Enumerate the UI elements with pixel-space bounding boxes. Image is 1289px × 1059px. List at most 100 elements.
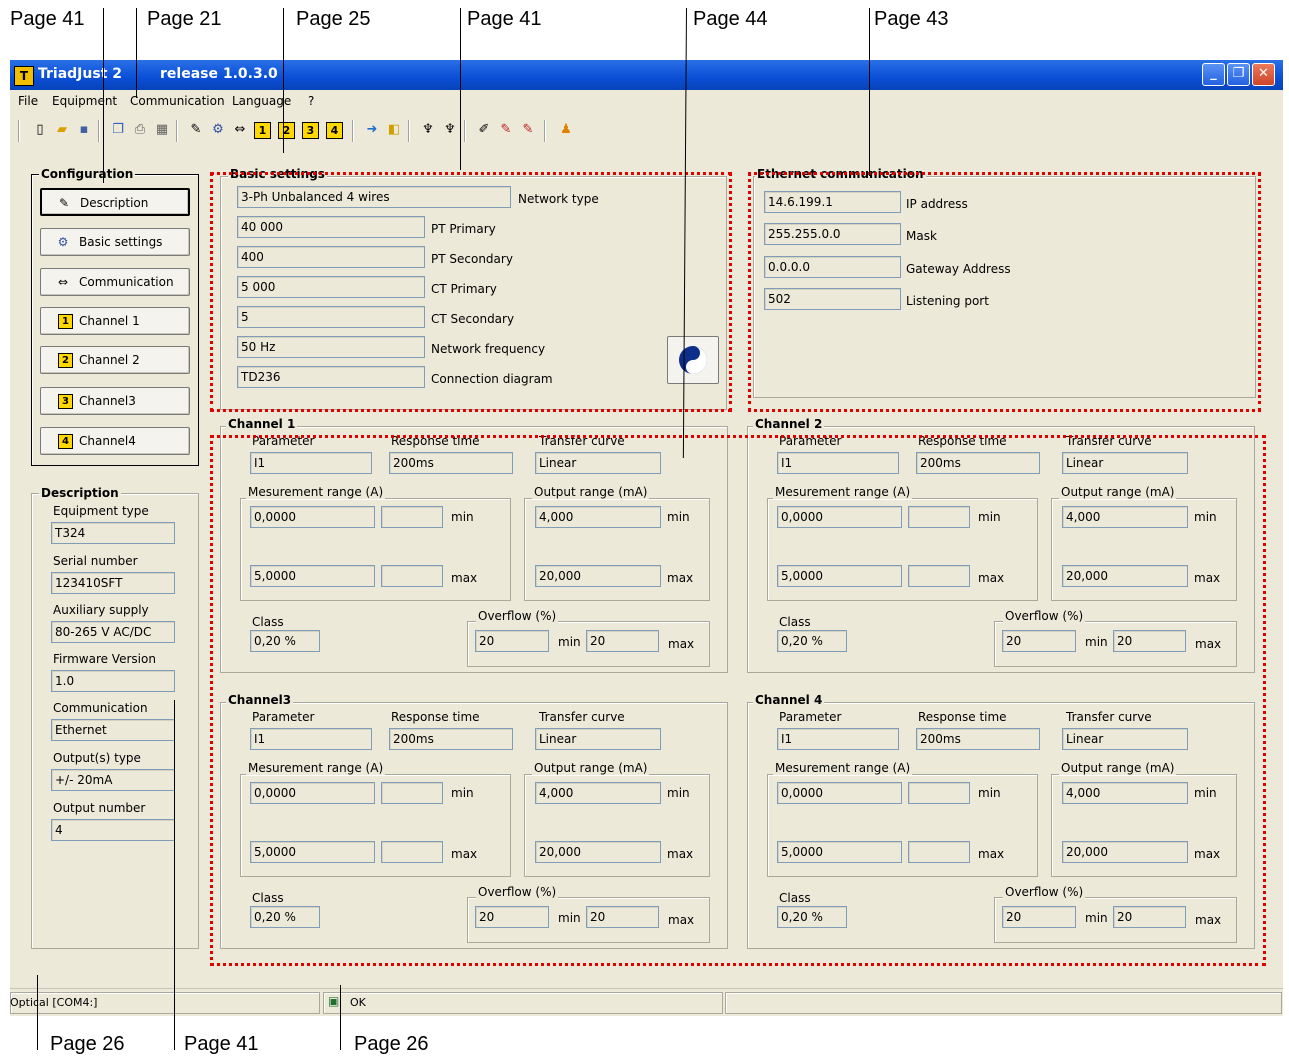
communication-button[interactable]: ⇔ Communication bbox=[40, 268, 190, 296]
window-title: TriadJust 2 bbox=[38, 66, 122, 82]
firmware-version-field: 1.0 bbox=[51, 670, 175, 692]
page-annotation: Page 41 bbox=[184, 1033, 259, 1055]
channel-1-icon[interactable]: 1 bbox=[254, 122, 271, 139]
config-icon[interactable]: ✐ bbox=[476, 122, 492, 138]
channel-1-badge: 1 bbox=[58, 314, 73, 329]
menu-bar: File Equipment Communication Language ? bbox=[10, 90, 1283, 112]
minimize-button[interactable]: _ bbox=[1202, 63, 1225, 86]
print-icon[interactable]: ⎙ bbox=[132, 122, 148, 138]
toolbar-separator bbox=[464, 120, 466, 142]
channel-1-button-label: Channel 1 bbox=[79, 314, 140, 328]
channel-1-button[interactable]: 1 Channel 1 bbox=[40, 307, 190, 335]
download-icon[interactable]: ➜ bbox=[364, 122, 380, 138]
menu-help[interactable]: ? bbox=[308, 94, 314, 108]
menu-file[interactable]: File bbox=[18, 94, 38, 108]
release-label: release 1.0.3.0 bbox=[160, 66, 278, 82]
open-folder-icon[interactable]: ▰ bbox=[54, 122, 70, 138]
configuration-title: Configuration bbox=[39, 167, 136, 181]
description-button[interactable]: ✎ Description bbox=[40, 188, 190, 216]
serial-number-label: Serial number bbox=[53, 554, 138, 568]
gear-icon: ⚙ bbox=[57, 235, 69, 249]
arrows-icon: ⇔ bbox=[57, 275, 69, 289]
disconnect-icon[interactable]: ♆ bbox=[442, 122, 458, 138]
communication-button-label: Communication bbox=[79, 275, 174, 289]
page-annotation: Page 43 bbox=[874, 8, 949, 30]
basic-settings-button[interactable]: ⚙ Basic settings bbox=[40, 228, 190, 256]
equipment-type-field: T324 bbox=[51, 522, 175, 544]
status-extra-panel bbox=[725, 992, 1282, 1014]
highlight-ethernet bbox=[748, 172, 1261, 412]
channel-2-icon[interactable]: 2 bbox=[278, 122, 295, 139]
channel-4-icon[interactable]: 4 bbox=[326, 122, 343, 139]
output-number-field: 4 bbox=[51, 819, 175, 841]
page-annotation: Page 44 bbox=[693, 8, 768, 30]
equipment-type-label: Equipment type bbox=[53, 504, 149, 518]
print-preview-icon[interactable]: ▦ bbox=[154, 122, 170, 138]
channel-1-title: Channel 1 bbox=[226, 417, 298, 431]
status-text: OK bbox=[350, 996, 366, 1009]
channel-3-badge: 3 bbox=[58, 394, 73, 409]
leader-line bbox=[869, 8, 870, 176]
connect-icon[interactable]: ♆ bbox=[420, 122, 436, 138]
highlight-channels bbox=[210, 435, 1266, 966]
serial-number-field: 123410SFT bbox=[51, 572, 175, 594]
page-annotation: Page 26 bbox=[354, 1033, 429, 1055]
basic-settings-icon[interactable]: ⚙ bbox=[210, 122, 226, 138]
channel-4-button[interactable]: 4 Channel4 bbox=[40, 427, 190, 455]
channel-2-button[interactable]: 2 Channel 2 bbox=[40, 346, 190, 374]
read-icon[interactable]: ✎ bbox=[498, 122, 514, 138]
auxiliary-supply-label: Auxiliary supply bbox=[53, 603, 149, 617]
page-annotation: Page 21 bbox=[147, 8, 222, 30]
status-panel bbox=[323, 992, 723, 1014]
status-bar: Optical [COM4:] ▣ OK bbox=[10, 988, 1283, 1016]
leader-line bbox=[340, 985, 341, 1050]
description-icon: ✎ bbox=[58, 196, 70, 210]
title-bar[interactable]: T TriadJust 2 release 1.0.3.0 _ ❐ ✕ bbox=[10, 60, 1283, 90]
page-annotation: Page 26 bbox=[50, 1033, 125, 1055]
close-button[interactable]: ✕ bbox=[1252, 63, 1275, 86]
channel-4-button-label: Channel4 bbox=[79, 434, 136, 448]
page-annotation: Page 41 bbox=[467, 8, 542, 30]
upload-icon[interactable]: ◧ bbox=[386, 122, 402, 138]
write-icon[interactable]: ✎ bbox=[520, 122, 536, 138]
new-file-icon[interactable]: ▯ bbox=[32, 122, 48, 138]
toolbar-separator bbox=[544, 120, 546, 142]
channel-3-button[interactable]: 3 Channel3 bbox=[40, 387, 190, 415]
app-icon: T bbox=[14, 66, 34, 86]
description-icon[interactable]: ✎ bbox=[188, 122, 204, 138]
leader-line bbox=[174, 700, 175, 1050]
toolbar-separator bbox=[18, 120, 20, 142]
menu-communication[interactable]: Communication bbox=[130, 94, 225, 108]
leader-line bbox=[136, 8, 137, 98]
channel-3-icon[interactable]: 3 bbox=[302, 122, 319, 139]
channel-3-button-label: Channel3 bbox=[79, 394, 136, 408]
output-number-label: Output number bbox=[53, 801, 146, 815]
menu-equipment[interactable]: Equipment bbox=[52, 94, 117, 108]
highlight-basic-settings bbox=[210, 172, 732, 412]
toolbar-separator bbox=[176, 120, 178, 142]
toolbar: ▯ ▰ ▪ ❐ ⎙ ▦ ✎ ⚙ ⇔ 1 2 3 4 ➜ ◧ ♆ ♆ ✐ ✎ ✎ … bbox=[10, 116, 1283, 144]
description-button-label: Description bbox=[80, 196, 149, 210]
communication-icon[interactable]: ⇔ bbox=[232, 122, 248, 138]
communication-label: Communication bbox=[53, 701, 148, 715]
save-icon[interactable]: ▪ bbox=[76, 122, 92, 138]
restore-button[interactable]: ❐ bbox=[1227, 63, 1250, 86]
page-annotation: Page 41 bbox=[10, 8, 85, 30]
copy-icon[interactable]: ❐ bbox=[110, 122, 126, 138]
toolbar-separator bbox=[98, 120, 100, 142]
description-title: Description bbox=[39, 486, 121, 500]
output-type-field: +/- 20mA bbox=[51, 769, 175, 791]
leader-line bbox=[37, 975, 38, 1050]
auxiliary-supply-field: 80-265 V AC/DC bbox=[51, 621, 175, 643]
basic-settings-button-label: Basic settings bbox=[79, 235, 163, 249]
leader-line bbox=[283, 8, 284, 153]
output-type-label: Output(s) type bbox=[53, 751, 141, 765]
channel-2-badge: 2 bbox=[58, 353, 73, 368]
toolbar-separator bbox=[352, 120, 354, 142]
channel-4-badge: 4 bbox=[58, 434, 73, 449]
about-icon[interactable]: ♟ bbox=[558, 122, 574, 138]
firmware-version-label: Firmware Version bbox=[53, 652, 156, 666]
communication-field: Ethernet bbox=[51, 719, 175, 741]
channel-2-title: Channel 2 bbox=[753, 417, 825, 431]
toolbar-separator bbox=[408, 120, 410, 142]
